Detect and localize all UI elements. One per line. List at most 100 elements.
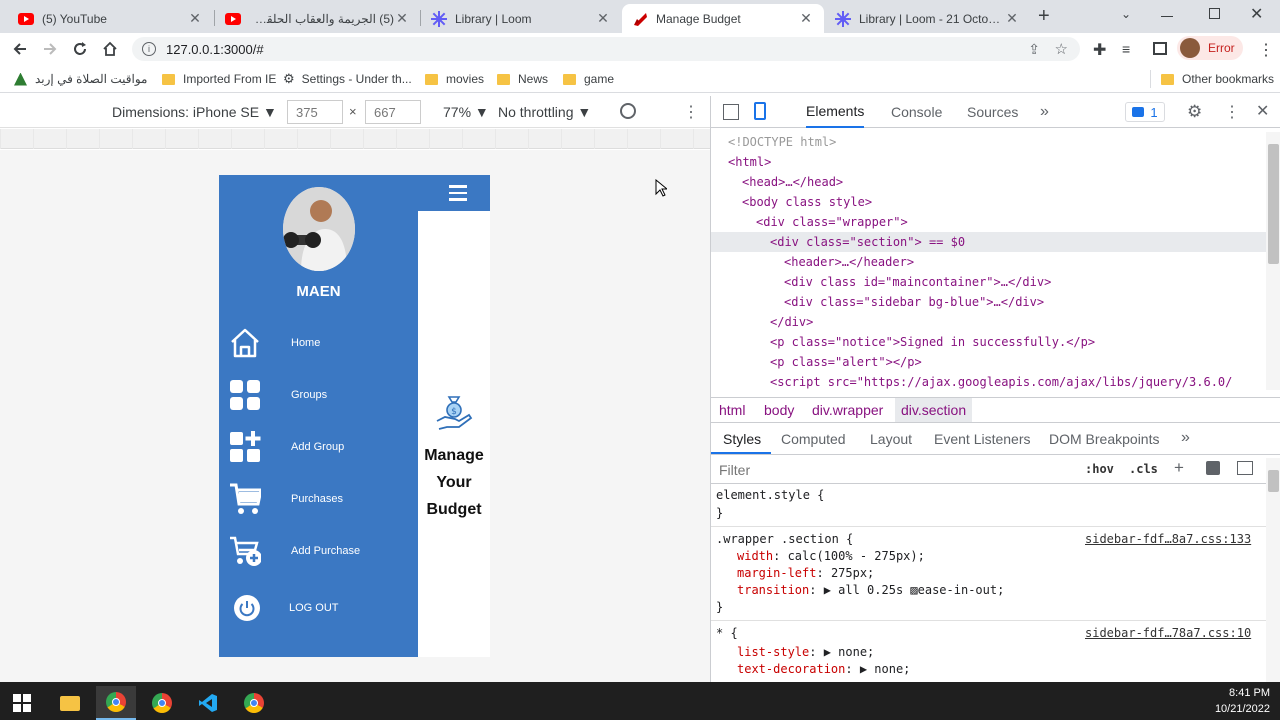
toggle-sidebar-icon[interactable] [1237,461,1253,475]
crumb-body[interactable]: body [764,402,794,418]
tab-sources[interactable]: Sources [967,96,1018,128]
nav-home[interactable]: Home [219,321,418,365]
zoom-select[interactable]: 77% ▼ [443,104,489,120]
other-bookmarks[interactable]: Other bookmarks [1150,70,1274,88]
new-rule-icon[interactable]: + [1174,458,1184,478]
close-icon[interactable]: ✕ [187,10,203,27]
dom-line[interactable]: <body class style> [742,192,872,212]
css-property[interactable]: text-decoration: ▶ none; [737,662,910,676]
tab-loom-library[interactable]: Library | Loom ✕ [421,4,621,33]
restore-icon[interactable] [1209,8,1220,19]
tab-manage-budget[interactable]: Manage Budget ✕ [622,4,824,33]
side-panel-icon[interactable] [1153,42,1167,55]
address-bar[interactable]: i 127.0.0.1:3000/# ⇪ ☆ [132,37,1080,61]
rule-selector[interactable]: element.style { [716,488,824,502]
dom-line[interactable]: </div> [770,312,813,332]
kebab-menu-icon[interactable]: ⋮ [1224,102,1240,122]
dom-line[interactable]: <!DOCTYPE html> [728,132,836,152]
rule-selector[interactable]: .wrapper .section { [716,532,853,546]
profile-button[interactable]: Error [1177,36,1243,60]
css-property[interactable]: width: calc(100% - 275px); [737,549,925,563]
dom-line[interactable]: <html> [728,152,771,172]
close-icon[interactable]: ✕ [1004,10,1020,27]
new-tab-icon[interactable]: + [1038,5,1050,28]
css-property[interactable]: transition: ▶ all 0.25s ▨ease-in-out; [737,583,1004,597]
close-devtools-icon[interactable]: ✕ [1256,101,1269,121]
crumb-html[interactable]: html [719,402,745,418]
inspect-icon[interactable] [723,104,739,120]
dom-line[interactable]: <head>…</head> [742,172,843,192]
nav-add-group[interactable]: Add Group [219,425,418,469]
width-input[interactable]: 375 [287,100,343,124]
dom-line[interactable]: <div class="sidebar bg-blue">…</div> [784,292,1044,312]
window-close-icon[interactable]: ✕ [1250,4,1263,24]
tab-loom-october[interactable]: Library | Loom - 21 October ✕ [825,4,1030,33]
scrollbar[interactable] [1266,458,1280,682]
menu-icon[interactable]: ⋮ [1258,40,1274,60]
dom-line[interactable]: <p class="notice">Signed in successfully… [770,332,1095,352]
hamburger-menu-icon[interactable] [449,185,467,201]
bookmark-prayer-times[interactable]: مواقيت الصلاة في إربد [14,70,147,88]
cls-toggle[interactable]: .cls [1129,462,1158,476]
dom-line[interactable]: <div class id="maincontainer">…</div> [784,272,1051,292]
nav-add-purchase[interactable]: Add Purchase [219,529,418,573]
crumb-wrapper[interactable]: div.wrapper [812,402,883,418]
reload-icon[interactable] [68,37,92,61]
css-property[interactable]: margin-left: 275px; [737,566,874,580]
tab-search-icon[interactable]: ⌄ [1121,7,1131,21]
nav-logout[interactable]: LOG OUT [219,586,418,630]
share-icon[interactable]: ⇪ [1028,41,1040,58]
dom-line[interactable]: <header>…</header> [784,252,914,272]
dom-line[interactable]: <p class="alert"></p> [770,352,922,372]
bookmark-news[interactable]: News [497,70,548,88]
tab-layout[interactable]: Layout [870,431,912,447]
media-query-ruler[interactable] [0,129,710,149]
vscode-icon[interactable] [188,686,228,720]
scrollbar[interactable] [1266,132,1280,390]
dom-line[interactable]: <script src="https://ajax.googleapis.com… [770,372,1266,392]
tab-youtube-series[interactable]: (5) الجريمة والعقاب الحلقة 10 ✕ [215,4,420,33]
system-clock[interactable]: 8:41 PM 10/21/2022 [1200,685,1270,717]
issues-badge[interactable]: 1 [1125,102,1165,122]
nav-groups[interactable]: Groups [219,373,418,417]
paint-icon[interactable] [1206,461,1220,475]
nav-purchases[interactable]: Purchases [219,477,418,521]
tab-elements[interactable]: Elements [806,96,865,128]
rule-source-link[interactable]: sidebar-fdf…78a7.css:10 [1085,626,1251,640]
more-options-icon[interactable]: ⋮ [683,102,699,122]
close-icon[interactable]: ✕ [798,10,814,27]
bookmark-settings[interactable]: ⚙ Settings - Under th... [283,70,412,88]
file-explorer-icon[interactable] [50,686,90,720]
rule-selector[interactable]: * { [716,626,738,640]
bookmark-game[interactable]: game [563,70,614,88]
tab-youtube[interactable]: (5) YouTube ✕ [8,4,213,33]
device-toggle-icon[interactable] [754,102,766,120]
url-text[interactable]: 127.0.0.1:3000/# [166,42,264,57]
hov-toggle[interactable]: :hov [1085,462,1114,476]
dom-line[interactable]: <div class="wrapper"> [756,212,908,232]
filter-input[interactable] [715,459,1071,481]
dom-line-selected[interactable]: <div class="section"> == $0 [711,232,1266,252]
close-icon[interactable]: ✕ [595,10,611,27]
close-icon[interactable]: ✕ [394,10,410,27]
forward-icon[interactable] [38,37,62,61]
rotate-icon[interactable] [620,103,636,119]
device-select[interactable]: Dimensions: iPhone SE ▼ [112,104,277,120]
rule-source-link[interactable]: sidebar-fdf…8a7.css:133 [1085,532,1251,546]
info-icon[interactable]: i [142,42,156,56]
throttling-select[interactable]: No throttling ▼ [498,104,591,120]
tab-styles[interactable]: Styles [723,431,761,447]
minimize-icon[interactable] [1161,16,1173,17]
crumb-section[interactable]: div.section [895,398,973,422]
more-tabs-icon[interactable]: » [1040,96,1049,128]
chrome-taskbar-icon[interactable] [142,686,182,720]
back-icon[interactable] [8,37,32,61]
chrome-taskbar-icon[interactable] [234,686,274,720]
bookmark-imported-ie[interactable]: Imported From IE [162,70,276,88]
settings-gear-icon[interactable]: ⚙ [1187,102,1202,122]
tab-dom-breakpoints[interactable]: DOM Breakpoints [1049,431,1159,447]
height-input[interactable]: 667 [365,100,421,124]
extensions-icon[interactable]: ✚ [1093,40,1106,60]
bookmark-movies[interactable]: movies [425,70,484,88]
chrome-taskbar-icon[interactable] [96,686,136,720]
